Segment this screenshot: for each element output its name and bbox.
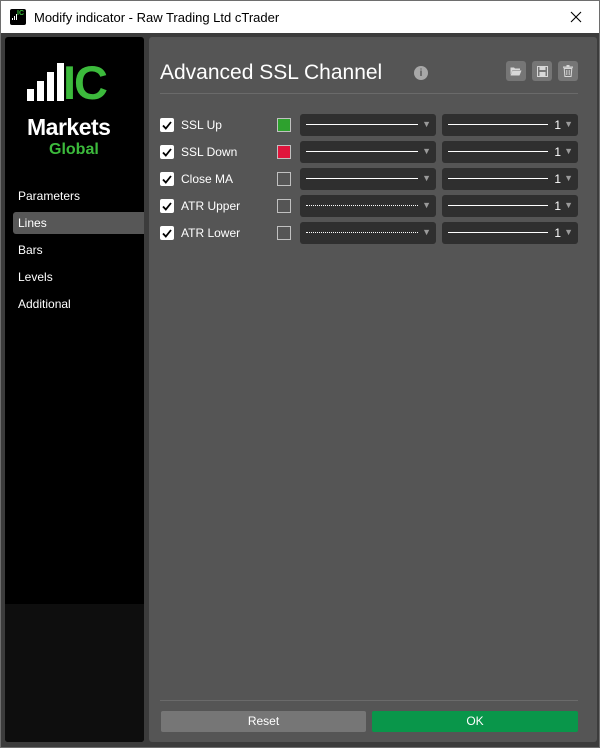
logo-global-text: Global [49, 141, 99, 158]
line-row-ssl-down: SSL Down ▼ 1 ▼ [160, 141, 578, 163]
ic-markets-logo: IC Markets Global [23, 56, 133, 161]
ssl-down-checkbox[interactable] [160, 145, 174, 159]
ssl-down-width-select[interactable]: 1 ▼ [442, 141, 578, 163]
atr-lower-width-select[interactable]: 1 ▼ [442, 222, 578, 244]
ssl-up-style-select[interactable]: ▼ [300, 114, 436, 136]
window-titlebar: IC Modify indicator - Raw Trading Ltd cT… [0, 0, 600, 33]
sidebar-item-bars[interactable]: Bars [5, 239, 144, 261]
checkmark-icon [162, 147, 172, 157]
ssl-down-label: SSL Down [181, 145, 238, 159]
atr-upper-label: ATR Upper [181, 199, 241, 213]
ssl-down-style-select[interactable]: ▼ [300, 141, 436, 163]
close-ma-width-select[interactable]: 1 ▼ [442, 168, 578, 190]
close-ma-color-swatch[interactable] [277, 172, 291, 186]
close-ma-checkbox[interactable] [160, 172, 174, 186]
dialog-body: IC Markets Global Parameters Lines Bars … [0, 33, 600, 748]
checkmark-icon [162, 174, 172, 184]
atr-upper-width-select[interactable]: 1 ▼ [442, 195, 578, 217]
sidebar: IC Markets Global Parameters Lines Bars … [5, 37, 144, 742]
header-divider [160, 93, 578, 94]
line-row-atr-lower: ATR Lower ▼ 1 ▼ [160, 222, 578, 244]
close-ma-label: Close MA [181, 172, 234, 186]
line-row-ssl-up: SSL Up ▼ 1 ▼ [160, 114, 578, 136]
footer-divider [160, 700, 578, 701]
line-row-atr-upper: ATR Upper ▼ 1 ▼ [160, 195, 578, 217]
indicator-title: Advanced SSL Channel [160, 61, 383, 84]
window-title: Modify indicator - Raw Trading Ltd cTrad… [34, 10, 280, 25]
logo-ic-text: IC [63, 56, 108, 109]
ssl-down-color-swatch[interactable] [277, 145, 291, 159]
sidebar-item-levels[interactable]: Levels [5, 266, 144, 288]
trash-icon [563, 65, 573, 77]
checkmark-icon [162, 228, 172, 238]
line-row-close-ma: Close MA ▼ 1 ▼ [160, 168, 578, 190]
ok-button[interactable]: OK [372, 711, 578, 732]
atr-lower-style-select[interactable]: ▼ [300, 222, 436, 244]
folder-open-icon [510, 67, 522, 76]
sidebar-nav: Parameters Lines Bars Levels Additional [5, 185, 144, 320]
reset-button[interactable]: Reset [161, 711, 366, 732]
checkmark-icon [162, 120, 172, 130]
logo-markets-text: Markets [27, 114, 111, 140]
ssl-up-color-swatch[interactable] [277, 118, 291, 132]
atr-lower-color-swatch[interactable] [277, 226, 291, 240]
ssl-up-width-select[interactable]: 1 ▼ [442, 114, 578, 136]
close-ma-style-select[interactable]: ▼ [300, 168, 436, 190]
sidebar-footer-area [5, 604, 144, 742]
ssl-up-checkbox[interactable] [160, 118, 174, 132]
load-template-button[interactable] [506, 61, 526, 81]
save-template-button[interactable] [532, 61, 552, 81]
checkmark-icon [162, 201, 172, 211]
delete-template-button[interactable] [558, 61, 578, 81]
ctrader-app-icon: IC [10, 9, 26, 25]
close-icon [570, 11, 582, 23]
lines-panel: Advanced SSL Channel i SSL Up ▼ 1 ▼ SSL … [149, 37, 597, 742]
sidebar-item-additional[interactable]: Additional [5, 293, 144, 315]
info-icon[interactable]: i [414, 66, 428, 80]
sidebar-item-lines[interactable]: Lines [13, 212, 144, 234]
save-icon [536, 65, 548, 77]
sidebar-item-parameters[interactable]: Parameters [5, 185, 144, 207]
atr-upper-color-swatch[interactable] [277, 199, 291, 213]
ssl-up-label: SSL Up [181, 118, 222, 132]
atr-lower-checkbox[interactable] [160, 226, 174, 240]
atr-upper-checkbox[interactable] [160, 199, 174, 213]
atr-lower-label: ATR Lower [181, 226, 241, 240]
atr-upper-style-select[interactable]: ▼ [300, 195, 436, 217]
close-button[interactable] [553, 1, 599, 33]
